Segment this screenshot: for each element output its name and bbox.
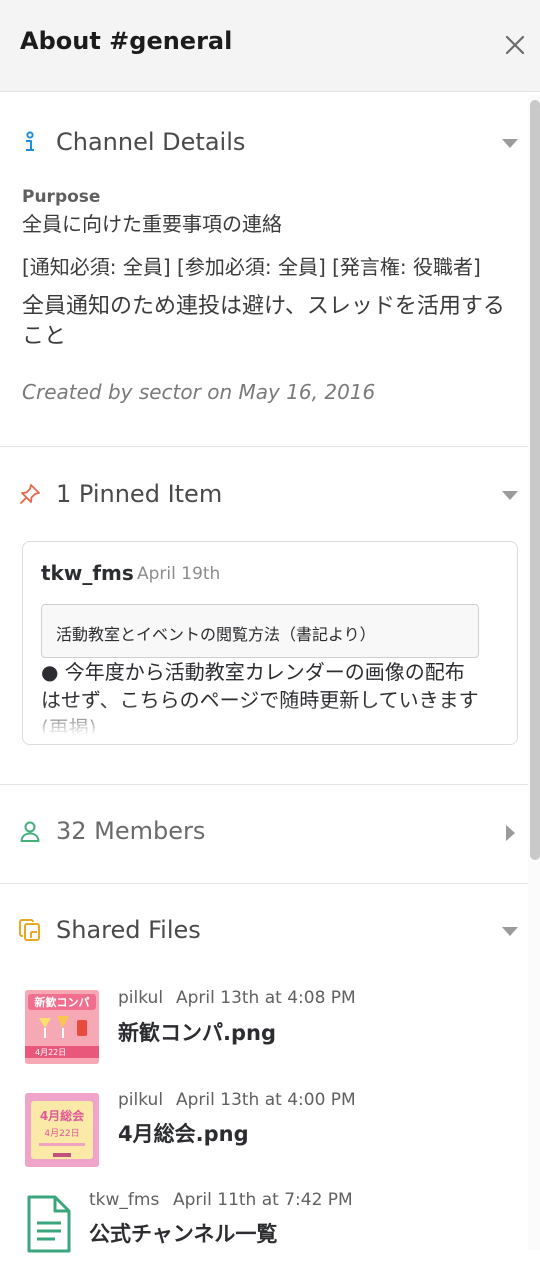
scrollbar-thumb[interactable] — [530, 100, 540, 860]
divider — [0, 784, 528, 785]
person-icon — [20, 821, 40, 842]
section-title-members: 32 Members — [56, 817, 206, 845]
panel-title: About #general — [20, 27, 233, 55]
section-title-pinned: 1 Pinned Item — [56, 480, 223, 508]
file-item[interactable]: tkw_fms April 11th at 7:42 PM 公式チャンネル一覧 — [0, 1186, 528, 1276]
purpose-line-1: 全員に向けた重要事項の連絡 — [22, 212, 282, 236]
chevron-down-icon — [502, 491, 518, 500]
file-item[interactable]: 4月総会 4月22日 pilkul April 13th at 4:00 PM … — [0, 1086, 528, 1176]
thumb-title: 新歓コンパ — [35, 995, 90, 1009]
file-item[interactable]: 新歓コンパ 4月22日 pilkul April 13th at 4:08 PM… — [0, 985, 528, 1075]
thumb-date: 4月22日 — [44, 1128, 79, 1139]
pinned-attachment-title: 活動教室とイベントの閲覧方法（書記より） — [56, 625, 376, 644]
divider — [0, 883, 528, 884]
file-uploader[interactable]: tkw_fms — [89, 1190, 159, 1210]
file-uploader[interactable]: pilkul — [118, 1090, 163, 1110]
file-timestamp: April 13th at 4:08 PM — [176, 988, 356, 1008]
section-pinned-items[interactable]: 1 Pinned Item — [0, 464, 525, 524]
file-name[interactable]: 新歓コンパ.png — [118, 1017, 276, 1047]
close-icon — [505, 35, 525, 55]
pin-icon — [20, 484, 40, 504]
pinned-attachment[interactable]: 活動教室とイベントの閲覧方法（書記より） — [41, 604, 479, 658]
divider — [0, 446, 528, 447]
thumb-title: 4月総会 — [40, 1108, 85, 1123]
section-shared-files[interactable]: Shared Files — [0, 900, 525, 960]
pinned-message-author[interactable]: tkw_fms — [41, 561, 134, 585]
purpose-line-3: 全員通知のため連投は避け、スレッドを活用すること — [22, 294, 505, 349]
document-icon — [27, 1195, 71, 1253]
section-members[interactable]: 32 Members — [0, 801, 525, 861]
files-icon — [19, 919, 40, 941]
created-by-text: Created by sector on May 16, 2016 — [22, 380, 376, 404]
purpose-line-2: [通知必須: 全員] [参加必須: 全員] [発言権: 役職者] — [22, 255, 481, 279]
file-timestamp: April 11th at 7:42 PM — [173, 1190, 353, 1210]
pinned-fade-overlay — [23, 702, 517, 744]
chevron-down-icon — [502, 927, 518, 936]
pinned-message-date[interactable]: April 19th — [137, 564, 220, 584]
file-thumbnail: 新歓コンパ 4月22日 — [25, 990, 99, 1064]
file-name[interactable]: 公式チャンネル一覧 — [89, 1218, 277, 1248]
file-timestamp: April 13th at 4:00 PM — [176, 1090, 356, 1110]
chevron-right-icon — [506, 825, 515, 841]
close-button[interactable] — [500, 30, 530, 60]
section-title-files: Shared Files — [56, 916, 201, 944]
purpose-label: Purpose — [22, 187, 101, 207]
pinned-message-card[interactable]: tkw_fms April 19th 活動教室とイベントの閲覧方法（書記より） … — [22, 541, 518, 745]
section-channel-details[interactable]: Channel Details — [0, 112, 525, 172]
thumb-date: 4月22日 — [35, 1048, 66, 1057]
file-uploader[interactable]: pilkul — [118, 988, 163, 1008]
file-name[interactable]: 4月総会.png — [118, 1118, 249, 1148]
chevron-down-icon — [502, 139, 518, 148]
section-title-details: Channel Details — [56, 128, 246, 156]
file-thumbnail: 4月総会 4月22日 — [25, 1093, 99, 1167]
panel-header: About #general — [0, 0, 540, 92]
info-icon — [26, 131, 34, 151]
